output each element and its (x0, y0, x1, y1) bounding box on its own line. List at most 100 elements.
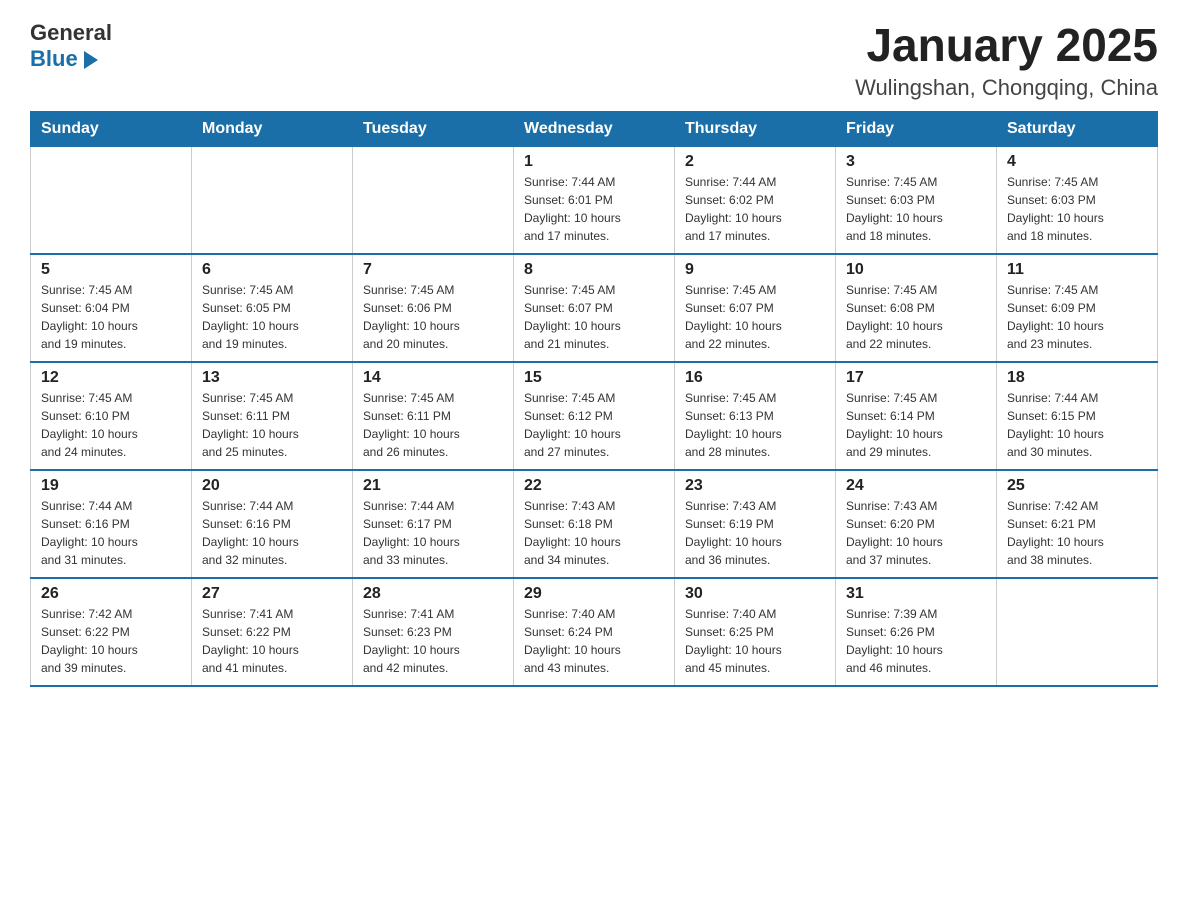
day-info: Sunrise: 7:44 AM Sunset: 6:15 PM Dayligh… (1007, 389, 1147, 461)
day-number: 18 (1007, 369, 1147, 387)
day-info: Sunrise: 7:45 AM Sunset: 6:10 PM Dayligh… (41, 389, 181, 461)
logo: General Blue (30, 20, 112, 73)
day-number: 13 (202, 369, 342, 387)
logo-arrow-icon (84, 51, 98, 69)
calendar-empty-cell (353, 146, 514, 254)
day-number: 31 (846, 585, 986, 603)
day-info: Sunrise: 7:45 AM Sunset: 6:03 PM Dayligh… (1007, 173, 1147, 245)
calendar-day-6: 6 Sunrise: 7:45 AM Sunset: 6:05 PM Daylig… (192, 254, 353, 362)
calendar-week-row: 19 Sunrise: 7:44 AM Sunset: 6:16 PM Dayli… (31, 470, 1158, 578)
weekday-header-saturday: Saturday (997, 111, 1158, 146)
day-info: Sunrise: 7:43 AM Sunset: 6:18 PM Dayligh… (524, 497, 664, 569)
calendar-day-26: 26 Sunrise: 7:42 AM Sunset: 6:22 PM Dayli… (31, 578, 192, 686)
day-info: Sunrise: 7:41 AM Sunset: 6:23 PM Dayligh… (363, 605, 503, 677)
calendar-day-10: 10 Sunrise: 7:45 AM Sunset: 6:08 PM Dayli… (836, 254, 997, 362)
calendar-day-27: 27 Sunrise: 7:41 AM Sunset: 6:22 PM Dayli… (192, 578, 353, 686)
calendar-day-20: 20 Sunrise: 7:44 AM Sunset: 6:16 PM Dayli… (192, 470, 353, 578)
day-info: Sunrise: 7:45 AM Sunset: 6:04 PM Dayligh… (41, 281, 181, 353)
day-number: 21 (363, 477, 503, 495)
day-info: Sunrise: 7:42 AM Sunset: 6:22 PM Dayligh… (41, 605, 181, 677)
day-info: Sunrise: 7:45 AM Sunset: 6:11 PM Dayligh… (363, 389, 503, 461)
day-number: 20 (202, 477, 342, 495)
calendar-day-14: 14 Sunrise: 7:45 AM Sunset: 6:11 PM Dayli… (353, 362, 514, 470)
calendar-day-22: 22 Sunrise: 7:43 AM Sunset: 6:18 PM Dayli… (514, 470, 675, 578)
weekday-header-thursday: Thursday (675, 111, 836, 146)
day-info: Sunrise: 7:43 AM Sunset: 6:20 PM Dayligh… (846, 497, 986, 569)
calendar-day-18: 18 Sunrise: 7:44 AM Sunset: 6:15 PM Dayli… (997, 362, 1158, 470)
day-info: Sunrise: 7:45 AM Sunset: 6:07 PM Dayligh… (524, 281, 664, 353)
day-info: Sunrise: 7:43 AM Sunset: 6:19 PM Dayligh… (685, 497, 825, 569)
weekday-header-friday: Friday (836, 111, 997, 146)
page-header: General Blue January 2025 Wulingshan, Ch… (30, 20, 1158, 101)
calendar-day-24: 24 Sunrise: 7:43 AM Sunset: 6:20 PM Dayli… (836, 470, 997, 578)
day-number: 16 (685, 369, 825, 387)
day-number: 23 (685, 477, 825, 495)
day-number: 12 (41, 369, 181, 387)
day-info: Sunrise: 7:40 AM Sunset: 6:24 PM Dayligh… (524, 605, 664, 677)
day-number: 30 (685, 585, 825, 603)
day-info: Sunrise: 7:42 AM Sunset: 6:21 PM Dayligh… (1007, 497, 1147, 569)
day-number: 1 (524, 153, 664, 171)
calendar-empty-cell (997, 578, 1158, 686)
day-number: 10 (846, 261, 986, 279)
calendar-title: January 2025 (855, 20, 1158, 71)
day-number: 9 (685, 261, 825, 279)
calendar-day-3: 3 Sunrise: 7:45 AM Sunset: 6:03 PM Daylig… (836, 146, 997, 254)
calendar-day-4: 4 Sunrise: 7:45 AM Sunset: 6:03 PM Daylig… (997, 146, 1158, 254)
calendar-subtitle: Wulingshan, Chongqing, China (855, 75, 1158, 101)
day-info: Sunrise: 7:45 AM Sunset: 6:07 PM Dayligh… (685, 281, 825, 353)
day-number: 26 (41, 585, 181, 603)
day-number: 15 (524, 369, 664, 387)
day-number: 3 (846, 153, 986, 171)
day-number: 4 (1007, 153, 1147, 171)
calendar-day-31: 31 Sunrise: 7:39 AM Sunset: 6:26 PM Dayli… (836, 578, 997, 686)
day-number: 7 (363, 261, 503, 279)
calendar-day-21: 21 Sunrise: 7:44 AM Sunset: 6:17 PM Dayli… (353, 470, 514, 578)
calendar-day-17: 17 Sunrise: 7:45 AM Sunset: 6:14 PM Dayli… (836, 362, 997, 470)
weekday-header-tuesday: Tuesday (353, 111, 514, 146)
day-number: 22 (524, 477, 664, 495)
calendar-empty-cell (31, 146, 192, 254)
calendar-week-row: 1 Sunrise: 7:44 AM Sunset: 6:01 PM Daylig… (31, 146, 1158, 254)
calendar-day-12: 12 Sunrise: 7:45 AM Sunset: 6:10 PM Dayli… (31, 362, 192, 470)
calendar-empty-cell (192, 146, 353, 254)
day-number: 14 (363, 369, 503, 387)
day-number: 6 (202, 261, 342, 279)
day-info: Sunrise: 7:45 AM Sunset: 6:05 PM Dayligh… (202, 281, 342, 353)
day-number: 24 (846, 477, 986, 495)
logo-blue-text: Blue (30, 46, 112, 72)
day-info: Sunrise: 7:45 AM Sunset: 6:09 PM Dayligh… (1007, 281, 1147, 353)
day-number: 8 (524, 261, 664, 279)
calendar-day-15: 15Sunrise: 7:45 AM Sunset: 6:12 PM Dayli… (514, 362, 675, 470)
calendar-day-25: 25 Sunrise: 7:42 AM Sunset: 6:21 PM Dayli… (997, 470, 1158, 578)
day-info: Sunrise: 7:44 AM Sunset: 6:17 PM Dayligh… (363, 497, 503, 569)
day-info: Sunrise: 7:39 AM Sunset: 6:26 PM Dayligh… (846, 605, 986, 677)
calendar-day-13: 13 Sunrise: 7:45 AM Sunset: 6:11 PM Dayli… (192, 362, 353, 470)
calendar-day-19: 19 Sunrise: 7:44 AM Sunset: 6:16 PM Dayli… (31, 470, 192, 578)
calendar-day-9: 9 Sunrise: 7:45 AM Sunset: 6:07 PM Daylig… (675, 254, 836, 362)
day-info: Sunrise: 7:45 AM Sunset: 6:13 PM Dayligh… (685, 389, 825, 461)
calendar-day-30: 30Sunrise: 7:40 AM Sunset: 6:25 PM Dayli… (675, 578, 836, 686)
day-number: 25 (1007, 477, 1147, 495)
day-info: Sunrise: 7:45 AM Sunset: 6:14 PM Dayligh… (846, 389, 986, 461)
calendar-week-row: 5 Sunrise: 7:45 AM Sunset: 6:04 PM Daylig… (31, 254, 1158, 362)
calendar-day-11: 11 Sunrise: 7:45 AM Sunset: 6:09 PM Dayli… (997, 254, 1158, 362)
day-info: Sunrise: 7:44 AM Sunset: 6:16 PM Dayligh… (202, 497, 342, 569)
calendar-header-row: SundayMondayTuesdayWednesdayThursdayFrid… (31, 111, 1158, 146)
day-info: Sunrise: 7:45 AM Sunset: 6:11 PM Dayligh… (202, 389, 342, 461)
day-info: Sunrise: 7:45 AM Sunset: 6:08 PM Dayligh… (846, 281, 986, 353)
day-number: 27 (202, 585, 342, 603)
title-block: January 2025 Wulingshan, Chongqing, Chin… (855, 20, 1158, 101)
day-info: Sunrise: 7:44 AM Sunset: 6:01 PM Dayligh… (524, 173, 664, 245)
day-number: 2 (685, 153, 825, 171)
day-number: 11 (1007, 261, 1147, 279)
day-number: 19 (41, 477, 181, 495)
calendar-day-7: 7Sunrise: 7:45 AM Sunset: 6:06 PM Daylig… (353, 254, 514, 362)
day-info: Sunrise: 7:44 AM Sunset: 6:16 PM Dayligh… (41, 497, 181, 569)
day-info: Sunrise: 7:45 AM Sunset: 6:03 PM Dayligh… (846, 173, 986, 245)
weekday-header-sunday: Sunday (31, 111, 192, 146)
day-number: 17 (846, 369, 986, 387)
day-number: 5 (41, 261, 181, 279)
day-info: Sunrise: 7:41 AM Sunset: 6:22 PM Dayligh… (202, 605, 342, 677)
calendar-day-23: 23 Sunrise: 7:43 AM Sunset: 6:19 PM Dayli… (675, 470, 836, 578)
